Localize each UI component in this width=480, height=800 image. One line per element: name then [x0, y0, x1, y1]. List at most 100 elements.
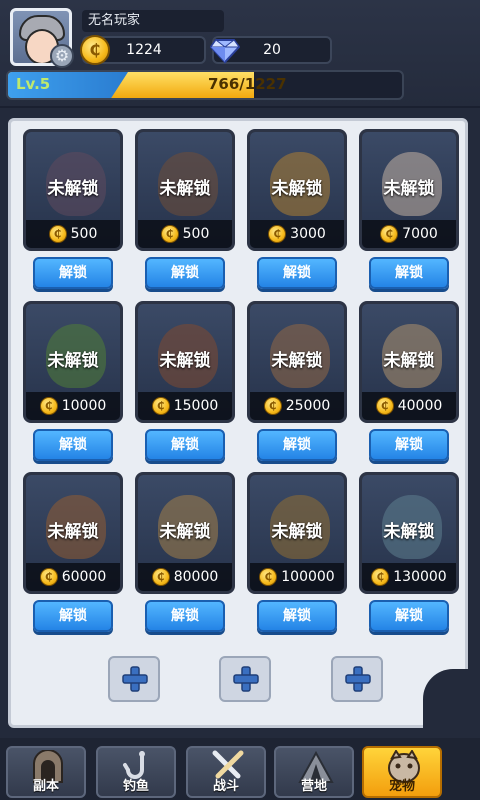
level-label: Lv.5 — [16, 75, 51, 93]
unlock-button[interactable]: 解锁 — [33, 429, 113, 461]
price-value: 15000 — [173, 398, 219, 414]
unlock-button[interactable]: 解锁 — [369, 257, 449, 289]
pet-slot: 未解锁 ₵ 100000 解锁 — [247, 472, 351, 640]
locked-status: 未解锁 — [159, 522, 211, 542]
price-value: 3000 — [290, 226, 326, 242]
unlock-button[interactable]: 解锁 — [145, 600, 225, 632]
pet-price: ₵ 100000 — [250, 563, 344, 591]
nav-tab-5[interactable]: 宠物 — [362, 746, 442, 798]
add-pet-slot-button[interactable] — [331, 656, 383, 702]
unlock-button[interactable]: 解锁 — [33, 600, 113, 632]
pet-price: ₵ 3000 — [250, 220, 344, 248]
plus-icon — [233, 666, 259, 692]
pet-card[interactable]: 未解锁 ₵ 500 — [23, 129, 123, 251]
nav-tab-3[interactable]: 战斗 — [186, 746, 266, 798]
pet-card[interactable]: 未解锁 ₵ 40000 — [359, 301, 459, 423]
locked-status: 未解锁 — [159, 351, 211, 371]
unlock-button[interactable]: 解锁 — [257, 429, 337, 461]
nav-tab-4[interactable]: 营地 — [274, 746, 354, 798]
unlock-button[interactable]: 解锁 — [145, 257, 225, 289]
pet-price: ₵ 130000 — [362, 563, 456, 591]
unlock-button[interactable]: 解锁 — [369, 600, 449, 632]
pet-price: ₵ 40000 — [362, 392, 456, 420]
unlock-button[interactable]: 解锁 — [257, 257, 337, 289]
pet-card[interactable]: 未解锁 ₵ 60000 — [23, 472, 123, 594]
unlock-button[interactable]: 解锁 — [369, 429, 449, 461]
gold-coin-icon: ₵ — [263, 397, 282, 415]
pet-slot: 未解锁 ₵ 10000 解锁 — [23, 301, 127, 469]
locked-status: 未解锁 — [159, 179, 211, 199]
pet-card[interactable]: 未解锁 ₵ 130000 — [359, 472, 459, 594]
unlock-button[interactable]: 解锁 — [33, 257, 113, 289]
locked-status: 未解锁 — [271, 179, 323, 199]
gem-counter: 20 — [210, 36, 332, 64]
pet-collection-panel: 未解锁 ₵500 解锁 未解锁 ₵500 解锁 未解锁 ₵3000 解锁 — [8, 118, 469, 729]
pet-card[interactable]: 未解锁 ₵ 25000 — [247, 301, 347, 423]
gold-coin-icon: ₵ — [48, 225, 67, 243]
top-status-bar: ⚙ 无名玩家 ₵ 1224 20 Lv.5 766/1227 — [0, 0, 480, 108]
pet-price: ₵ 500 — [138, 220, 232, 248]
pet-card[interactable]: 未解锁 ₵ 500 — [135, 129, 235, 251]
nav-tab-label: 钓鱼 — [122, 779, 149, 794]
pet-price: ₵ 7000 — [362, 220, 456, 248]
bottom-navigation: 副本 钓鱼 战斗 营地 宠物 — [0, 738, 480, 800]
gold-coin-icon: ₵ — [371, 568, 390, 586]
nav-tab-2[interactable]: 钓鱼 — [96, 746, 176, 798]
price-value: 80000 — [173, 569, 219, 585]
nav-tab-label: 宠物 — [388, 779, 415, 794]
gold-coin-icon: ₵ — [80, 35, 110, 65]
locked-status: 未解锁 — [383, 179, 435, 199]
gold-coin-icon: ₵ — [160, 225, 179, 243]
price-value: 100000 — [281, 569, 335, 585]
pet-card[interactable]: 未解锁 ₵ 7000 — [359, 129, 459, 251]
pet-card[interactable]: 未解锁 ₵ 3000 — [247, 129, 347, 251]
pet-card[interactable]: 未解锁 ₵ 10000 — [23, 301, 123, 423]
locked-status: 未解锁 — [271, 351, 323, 371]
locked-status: 未解锁 — [47, 351, 99, 371]
pet-price: ₵ 15000 — [138, 392, 232, 420]
gold-coin-icon: ₵ — [151, 568, 170, 586]
nav-tab-1[interactable]: 副本 — [6, 746, 86, 798]
price-value: 10000 — [61, 398, 107, 414]
pet-slot: 未解锁 ₵ 40000 解锁 — [359, 301, 463, 469]
pet-card[interactable]: 未解锁 ₵ 15000 — [135, 301, 235, 423]
price-value: 60000 — [61, 569, 107, 585]
unlock-button[interactable]: 解锁 — [145, 429, 225, 461]
gold-coin-icon: ₵ — [259, 568, 278, 586]
pet-slot: 未解锁 ₵ 500 解锁 — [23, 129, 127, 297]
plus-icon — [345, 666, 371, 692]
gold-coin-icon: ₵ — [375, 397, 394, 415]
gold-amount: 1224 — [126, 42, 162, 58]
gem-amount: 20 — [263, 42, 281, 58]
pet-slot: 未解锁 ₵ 80000 解锁 — [135, 472, 239, 640]
pet-slot: 未解锁 ₵ 15000 解锁 — [135, 301, 239, 469]
add-pet-slot-button[interactable] — [219, 656, 271, 702]
gold-coin-icon: ₵ — [39, 568, 58, 586]
unlock-button[interactable]: 解锁 — [257, 600, 337, 632]
locked-status: 未解锁 — [47, 522, 99, 542]
pet-card[interactable]: 未解锁 ₵ 80000 — [135, 472, 235, 594]
pet-card[interactable]: 未解锁 ₵ 100000 — [247, 472, 347, 594]
price-value: 130000 — [393, 569, 447, 585]
price-value: 40000 — [397, 398, 443, 414]
pet-price: ₵ 500 — [26, 220, 120, 248]
paper-curl-corner — [423, 669, 469, 729]
plus-icon — [122, 666, 148, 692]
locked-status: 未解锁 — [271, 522, 323, 542]
add-pet-slot-button[interactable] — [108, 656, 160, 702]
player-name: 无名玩家 — [82, 10, 224, 32]
pet-slot: 未解锁 ₵ 60000 解锁 — [23, 472, 127, 640]
nav-tab-label: 营地 — [300, 779, 327, 794]
nav-tab-label: 战斗 — [212, 779, 239, 794]
pet-price: ₵ 60000 — [26, 563, 120, 591]
gold-coin-icon: ₵ — [380, 225, 399, 243]
locked-status: 未解锁 — [383, 522, 435, 542]
experience-text: 766/1227 — [208, 75, 287, 93]
price-value: 500 — [182, 226, 210, 242]
pet-slot: 未解锁 ₵ 3000 解锁 — [247, 129, 351, 297]
pet-price: ₵ 25000 — [250, 392, 344, 420]
settings-gear-icon[interactable]: ⚙ — [50, 44, 74, 68]
diamond-gem-icon — [210, 39, 240, 64]
gold-coin-icon: ₵ — [151, 397, 170, 415]
pet-slot: 未解锁 ₵ 130000 解锁 — [359, 472, 463, 640]
